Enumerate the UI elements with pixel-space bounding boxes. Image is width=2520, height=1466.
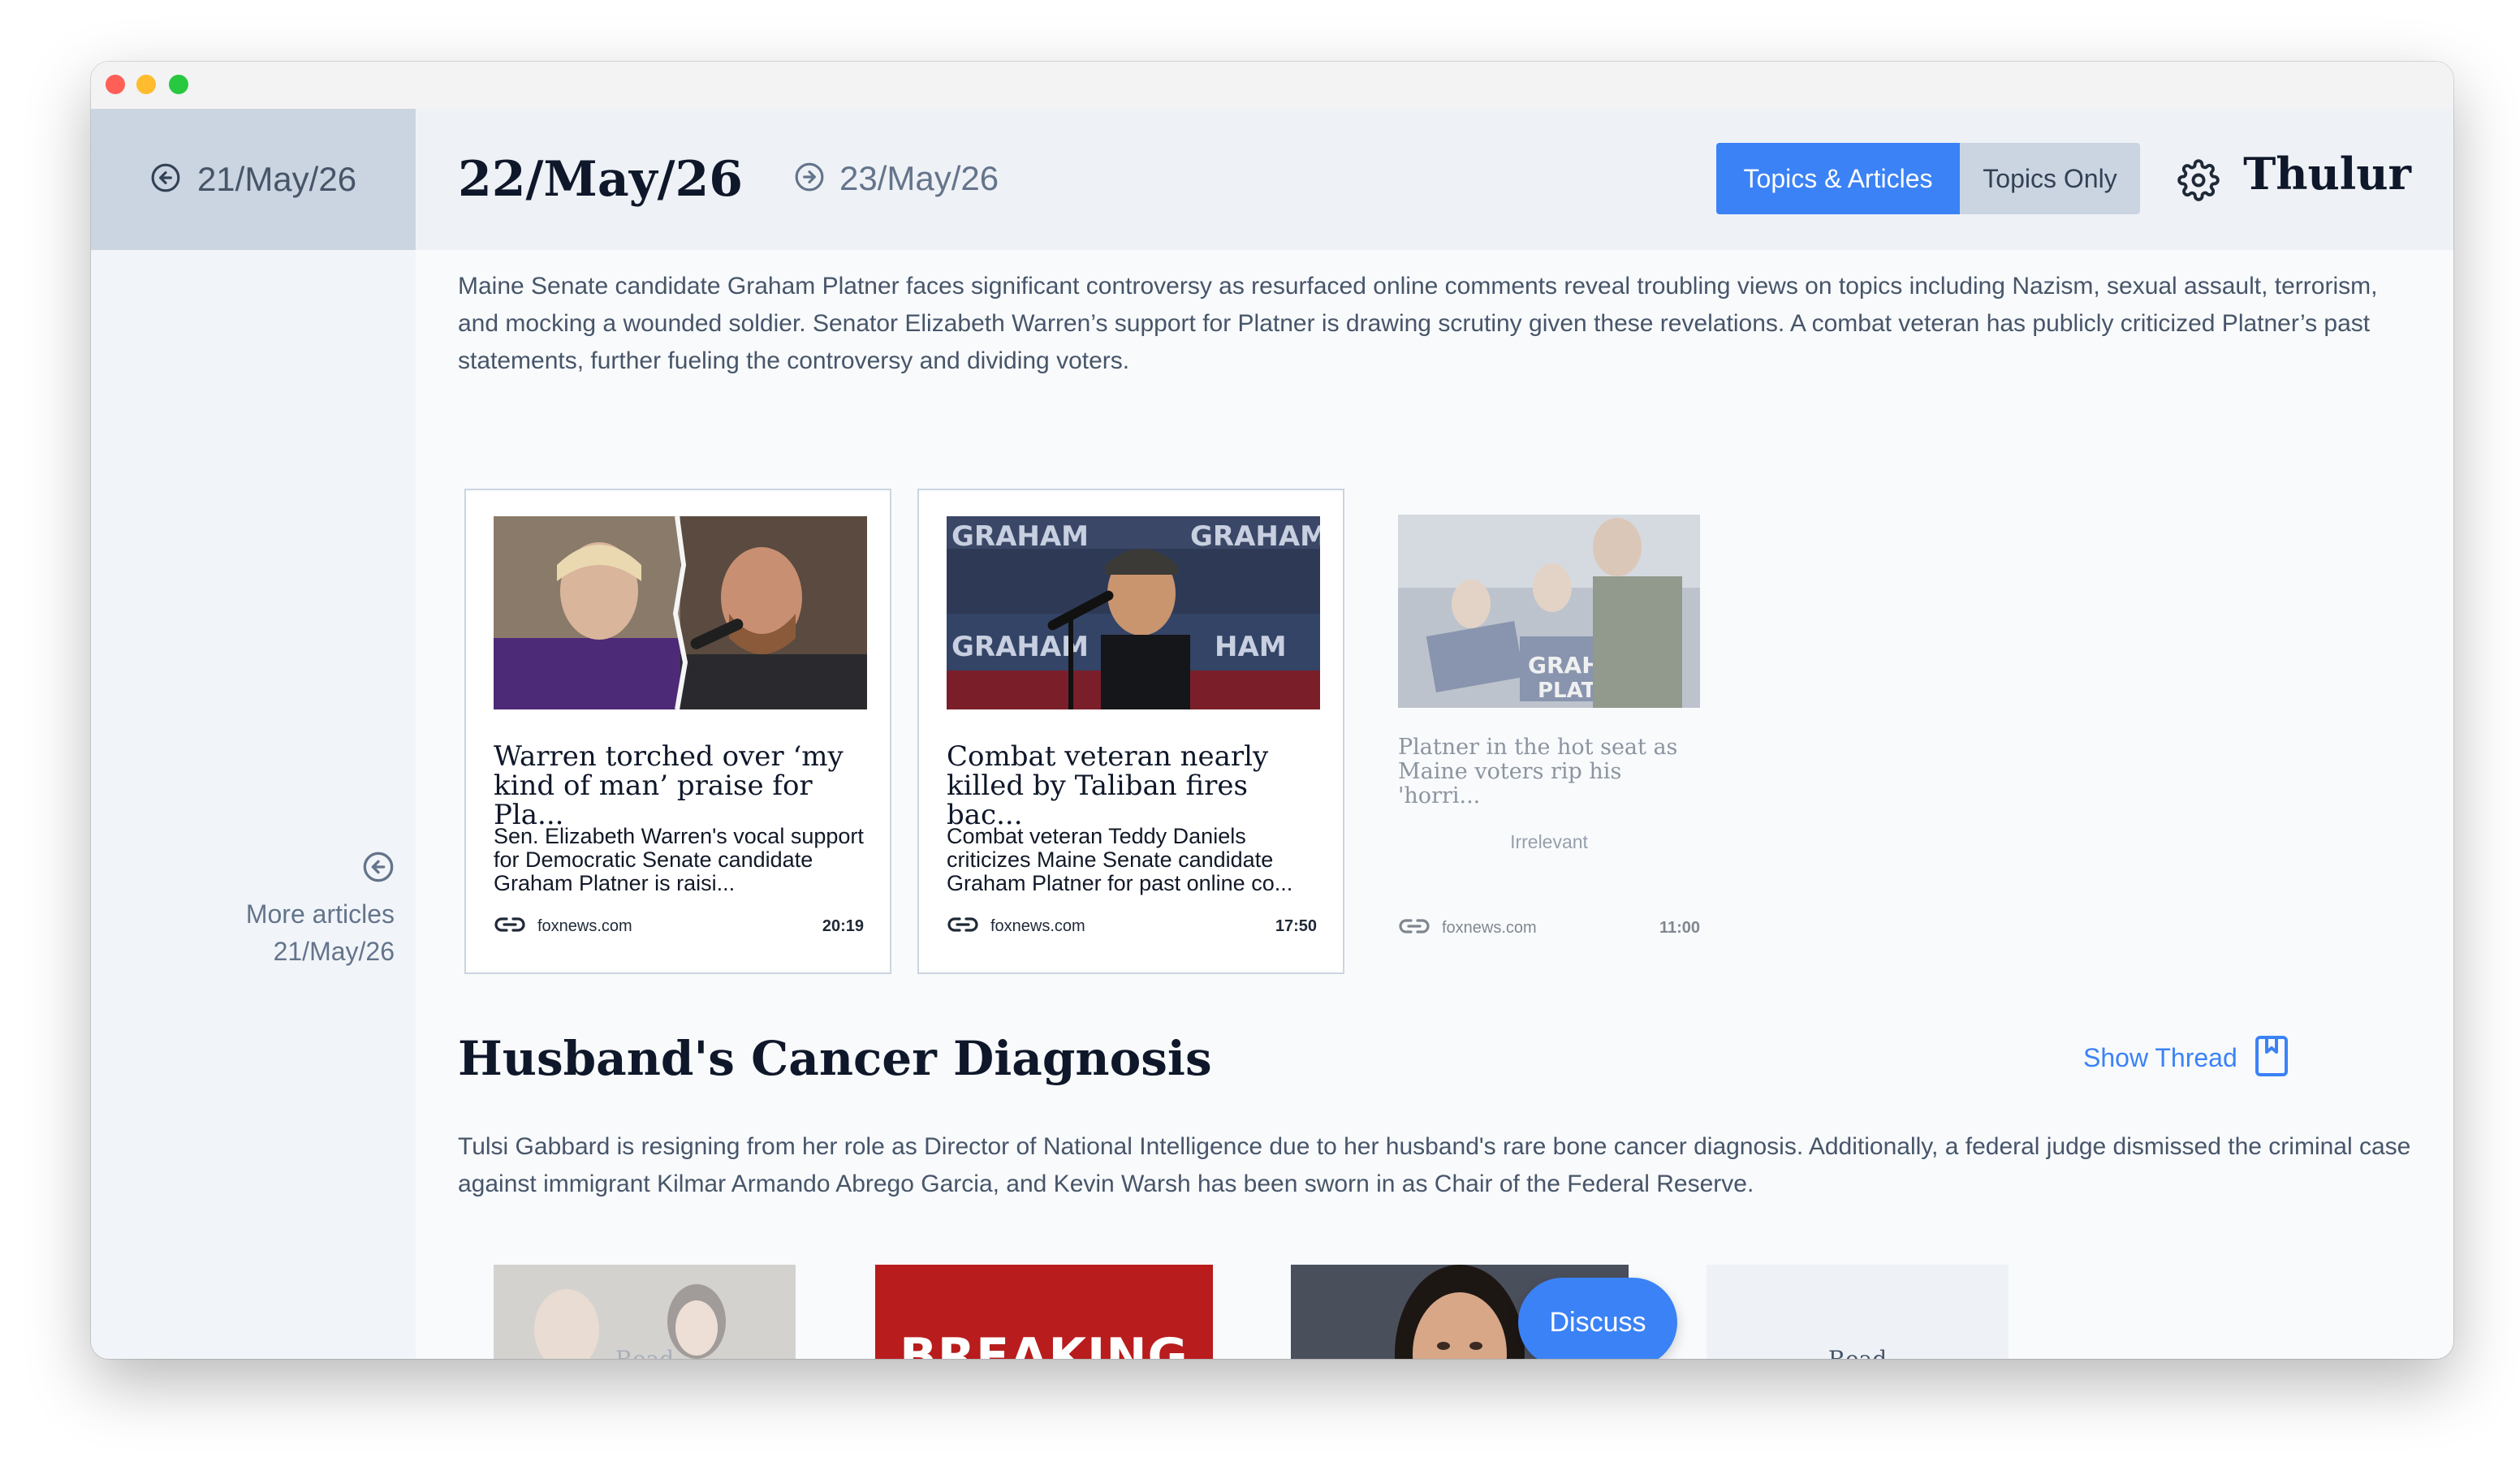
read-label: Read [494,1346,796,1359]
breaking-banner: BREAKING [900,1328,1189,1359]
bookmark-icon [2254,1034,2289,1082]
article-source[interactable]: foxnews.com [537,917,822,936]
topic-summary: Tulsi Gabbard is resigning from her role… [458,1133,2411,1197]
brand-logo: Thulur [2243,148,2411,200]
show-thread-button[interactable]: Show Thread [2083,1034,2289,1082]
zoom-window-button[interactable] [169,75,188,94]
article-thumbnail: GRAHAM GRAHAM GRAHAM HAM [947,516,1320,709]
topic-title: Husband's Cancer Diagnosis [458,1031,1212,1086]
current-date-title: 22/May/26 [458,151,743,208]
sidebar: More articles 21/May/26 [91,250,416,1359]
title-bar [91,62,2453,110]
article-time: 11:00 [1659,918,1700,937]
article-thumbnail: GRAHAM PLATNER [1398,515,1700,708]
article-footer: foxnews.com 17:50 [947,914,1317,938]
article-source[interactable]: foxnews.com [990,917,1275,936]
link-icon [1398,916,1430,940]
header: 22/May/26 23/May/26 Topics & Articles To… [416,109,2453,250]
article-thumbnail [494,516,867,709]
article-thumbnail[interactable]: Read [1707,1265,2009,1359]
next-day-label: 23/May/26 [839,159,999,197]
main-content: Maine Senate candidate Graham Platner fa… [416,250,2453,1359]
article-thumbnail[interactable]: Read [494,1265,796,1359]
minimize-window-button[interactable] [136,75,156,94]
prev-day-button[interactable]: 21/May/26 [91,109,416,250]
article-source[interactable]: foxnews.com [1442,919,1659,938]
article-title[interactable]: Platner in the hot seat as Maine voters … [1398,735,1700,808]
svg-text:GRAHAM: GRAHAM [951,520,1089,553]
svg-text:GRAHAM: GRAHAM [951,631,1089,663]
article-title[interactable]: Warren torched over ‘my kind of man’ pra… [494,742,869,830]
arrow-left-circle-icon [362,851,395,887]
irrelevant-status: Irrelevant [1510,831,1588,852]
show-thread-label: Show Thread [2083,1043,2237,1072]
topic-summary: Maine Senate candidate Graham Platner fa… [458,273,2378,374]
discuss-button[interactable]: Discuss [1518,1278,1677,1359]
article-thumbnail[interactable]: BREAKING [875,1265,1213,1359]
article-footer: foxnews.com 11:00 [1398,916,1700,940]
prev-day-label: 21/May/26 [196,160,357,198]
article-time: 17:50 [1275,916,1317,935]
gear-icon[interactable] [2177,159,2220,205]
topics-only-toggle[interactable]: Topics Only [1960,143,2140,214]
arrow-left-circle-icon [150,162,181,197]
link-icon [494,915,526,938]
close-window-button[interactable] [106,75,125,94]
svg-text:GRAHAM: GRAHAM [1190,520,1320,553]
link-icon [947,915,979,938]
arrow-right-circle-icon [794,162,825,196]
svg-text:HAM: HAM [1215,631,1287,663]
article-card[interactable]: Warren torched over ‘my kind of man’ pra… [464,489,891,974]
more-articles-link[interactable]: More articles 21/May/26 [246,851,395,970]
next-day-button[interactable]: 23/May/26 [794,159,999,198]
article-footer: foxnews.com 20:19 [494,914,864,938]
article-description: Combat veteran Teddy Daniels criticizes … [947,824,1293,895]
app-window: 21/May/26 More articles 21/May/26 22/May… [91,62,2453,1359]
article-description: Sen. Elizabeth Warren's vocal support fo… [494,824,864,895]
irrelevant-article-card[interactable]: GRAHAM PLATNER Platner in the hot seat a… [1398,515,1700,953]
article-card[interactable]: GRAHAM GRAHAM GRAHAM HAM Combat veteran … [917,489,1344,974]
more-articles-date: 21/May/26 [273,937,395,966]
view-toggle: Topics & Articles Topics Only [1716,143,2140,214]
more-articles-label: More articles [245,899,395,929]
read-label: Read [1707,1346,2009,1359]
article-title[interactable]: Combat veteran nearly killed by Taliban … [947,742,1322,830]
article-time: 20:19 [822,916,864,935]
topics-articles-toggle[interactable]: Topics & Articles [1716,143,1960,214]
